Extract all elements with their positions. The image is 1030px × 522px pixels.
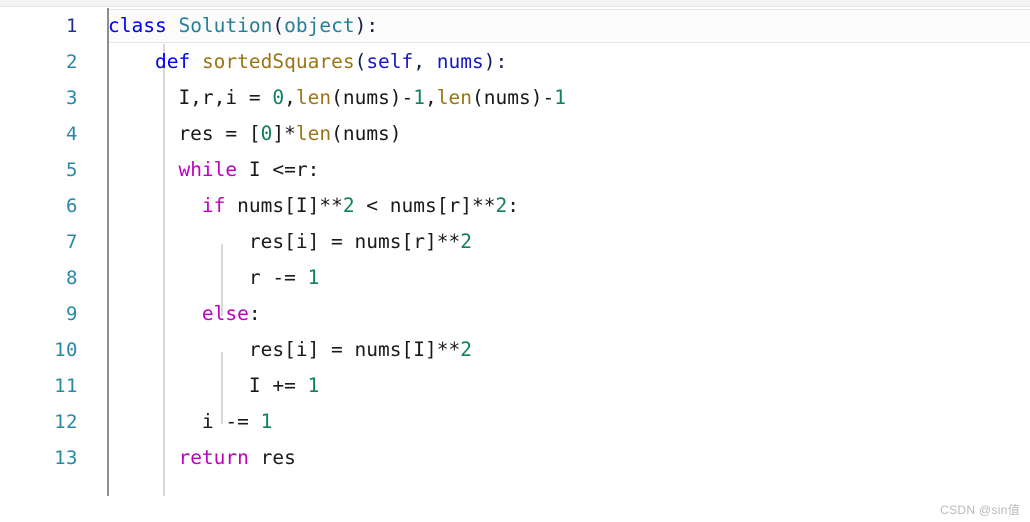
code-line[interactable]: 9 else: [0, 296, 1030, 332]
code-token: while [178, 158, 238, 181]
line-number: 7 [66, 231, 78, 253]
code-token: class [108, 14, 179, 37]
code-line[interactable]: 3 I,r,i = 0,len(nums)-1,len(nums)-1 [0, 80, 1030, 116]
code-line-text[interactable]: I,r,i = 0,len(nums)-1,len(nums)-1 [108, 80, 566, 116]
code-line-text[interactable]: while I <=r: [108, 152, 319, 188]
line-number: 3 [66, 87, 78, 109]
code-token: r -= [108, 266, 308, 289]
code-token: nums[I]** [225, 194, 343, 217]
code-token: nums [436, 50, 484, 73]
code-token: ]* [272, 122, 296, 145]
line-number: 6 [66, 195, 78, 217]
line-number: 10 [54, 339, 78, 361]
code-token: < nums[r]** [354, 194, 496, 217]
code-token: res[i] = nums[r]** [108, 230, 461, 253]
code-line-text[interactable]: else: [108, 296, 261, 332]
code-token: ( [272, 14, 285, 37]
code-token: 0 [272, 86, 285, 109]
line-number: 9 [66, 303, 78, 325]
code-line-text[interactable]: i -= 1 [108, 404, 272, 440]
code-token: res = [ [108, 122, 261, 145]
code-token: 0 [260, 122, 273, 145]
code-line-text[interactable]: I += 1 [108, 368, 319, 404]
code-line[interactable]: 11 I += 1 [0, 368, 1030, 404]
top-clipped-line-strip [0, 0, 1030, 7]
code-line[interactable]: 5 while I <=r: [0, 152, 1030, 188]
code-token: (nums)- [472, 86, 555, 109]
code-line[interactable]: 7 res[i] = nums[r]**2 [0, 224, 1030, 260]
code-token: I,r,i = [108, 86, 273, 109]
code-token: 1 [260, 410, 273, 433]
code-line-text[interactable]: class Solution(object): [108, 8, 378, 44]
code-line-text[interactable]: r -= 1 [108, 260, 319, 296]
code-token: else [201, 302, 249, 325]
code-token: if [201, 194, 226, 217]
code-token: i -= [108, 410, 261, 433]
code-token: len [295, 86, 332, 109]
code-line-text[interactable]: return res [108, 440, 296, 476]
code-line-text[interactable]: if nums[I]**2 < nums[r]**2: [108, 188, 519, 224]
csdn-watermark: CSDN @sin值 [940, 503, 1020, 517]
line-number: 2 [66, 51, 78, 73]
code-token: : [507, 194, 519, 217]
line-number: 13 [54, 447, 78, 469]
code-line[interactable]: 6 if nums[I]**2 < nums[r]**2: [0, 188, 1030, 224]
code-token: 1 [413, 86, 426, 109]
code-token: object [284, 14, 355, 37]
code-token: 1 [554, 86, 566, 109]
code-line-text[interactable]: def sortedSquares(self, nums): [108, 44, 507, 80]
code-token: , [413, 50, 437, 73]
code-line[interactable]: 1 class Solution(object): [0, 8, 1030, 44]
line-number: 4 [66, 123, 78, 145]
line-number: 5 [66, 159, 78, 181]
code-token: res[i] = nums[I]** [108, 338, 461, 361]
code-token: (nums)- [331, 86, 414, 109]
code-token: , [284, 86, 296, 109]
code-token: def [154, 50, 202, 73]
code-token: len [436, 86, 473, 109]
code-token: 2 [460, 230, 472, 253]
code-token: Solution [178, 14, 273, 37]
line-number: 1 [66, 15, 78, 37]
line-number: 11 [54, 375, 78, 397]
code-line[interactable]: 12 i -= 1 [0, 404, 1030, 440]
code-line[interactable]: 4 res = [0]*len(nums) [0, 116, 1030, 152]
code-token: I <=r: [237, 158, 320, 181]
code-line-text[interactable]: res[i] = nums[r]**2 [108, 224, 472, 260]
code-token: ): [354, 14, 379, 37]
code-token: 1 [307, 374, 320, 397]
code-lines-layer[interactable]: 1 class Solution(object): 2 def sortedSqua… [0, 8, 1030, 476]
line-number: 12 [54, 411, 78, 433]
line-number: 8 [66, 267, 78, 289]
code-line[interactable]: 8 r -= 1 [0, 260, 1030, 296]
code-token: (nums) [331, 122, 402, 145]
code-token: : [248, 302, 261, 325]
code-token: self [366, 50, 414, 73]
code-token: 2 [495, 194, 508, 217]
code-token: res [248, 446, 296, 469]
code-editor[interactable]: 1 class Solution(object): 2 def sortedSqua… [0, 8, 1030, 496]
code-line[interactable]: 13 return res [0, 440, 1030, 476]
code-token: 1 [307, 266, 320, 289]
code-token: 2 [460, 338, 472, 361]
code-token: I += [108, 374, 308, 397]
code-token: return [178, 446, 249, 469]
code-line[interactable]: 10 res[i] = nums[I]**2 [0, 332, 1030, 368]
code-token: ): [483, 50, 508, 73]
code-line-text[interactable]: res = [0]*len(nums) [108, 116, 402, 152]
code-token: sortedSquares [201, 50, 355, 73]
code-line[interactable]: 2 def sortedSquares(self, nums): [0, 44, 1030, 80]
code-token: 2 [342, 194, 355, 217]
code-token: , [425, 86, 437, 109]
code-token: len [295, 122, 332, 145]
code-line-text[interactable]: res[i] = nums[I]**2 [108, 332, 472, 368]
code-token: ( [354, 50, 367, 73]
